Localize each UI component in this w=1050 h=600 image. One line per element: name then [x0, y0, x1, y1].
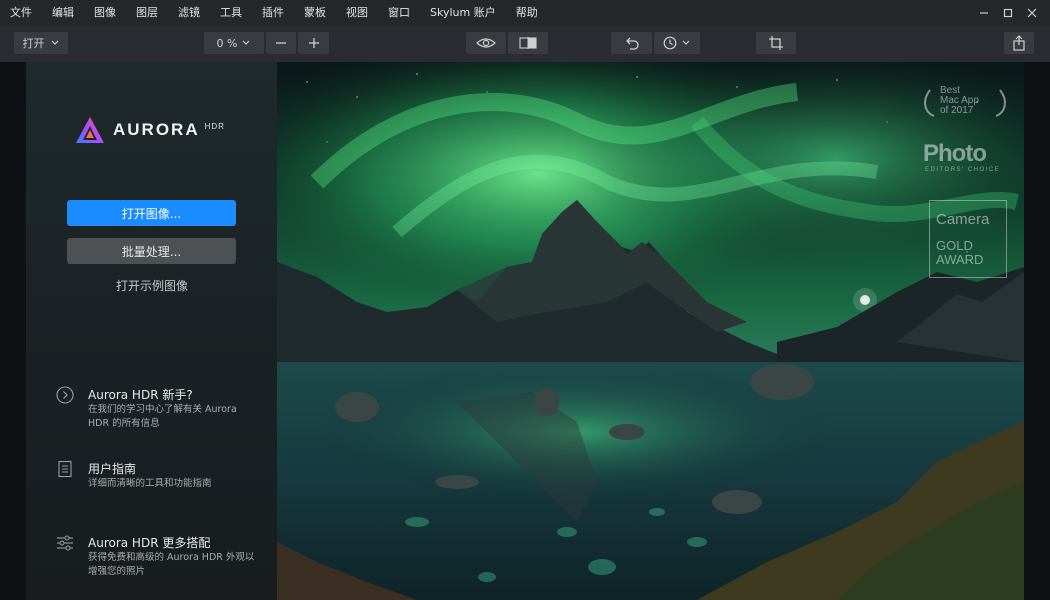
- menu-layer[interactable]: 图层: [126, 0, 168, 26]
- help-desc: 获得免费和高级的 Aurora HDR 外观以增强您的照片: [88, 552, 255, 577]
- zoom-value: 0 %: [216, 36, 238, 50]
- crop-icon: [769, 36, 783, 50]
- zoom-dropdown[interactable]: 0 %: [204, 32, 264, 54]
- window-controls: [972, 0, 1044, 26]
- aurora-landscape-image: [277, 62, 1024, 600]
- menu-window[interactable]: 窗口: [378, 0, 420, 26]
- menu-filter[interactable]: 滤镜: [168, 0, 210, 26]
- menu-help[interactable]: 帮助: [506, 0, 548, 26]
- menu-edit[interactable]: 编辑: [42, 0, 84, 26]
- award-gold: GOLD: [936, 238, 973, 253]
- help-title: 用户指南: [88, 462, 137, 476]
- best-mac-app-award: Best Mac App of 2017: [922, 84, 1008, 120]
- crop-button[interactable]: [756, 32, 796, 54]
- maximize-icon: [1003, 8, 1013, 18]
- help-item-user-guide[interactable]: 用户指南 详细而清晰的工具和功能指南: [56, 460, 271, 502]
- aurora-logo: AURORA HDR: [75, 116, 225, 144]
- sliders-icon: [57, 535, 73, 551]
- toolbar: 打开 0 %: [0, 26, 1050, 63]
- help-item-more-looks[interactable]: Aurora HDR 更多搭配 获得免费和高级的 Aurora HDR 外观以增…: [56, 534, 271, 577]
- minimize-icon: [980, 12, 988, 14]
- chevron-down-icon: [243, 40, 250, 45]
- award-camera-title: Camera: [936, 211, 990, 228]
- logo-hdr: HDR: [204, 121, 225, 131]
- award-photo-sub: EDITORS' CHOICE: [925, 167, 1001, 173]
- menu-image[interactable]: 图像: [84, 0, 126, 26]
- share-icon: [1013, 35, 1025, 51]
- batch-processing-button[interactable]: 批量处理...: [67, 238, 236, 264]
- open-label: 打开: [22, 37, 45, 50]
- minimize-button[interactable]: [972, 0, 996, 26]
- sample-photo: Best Mac App of 2017 Photo EDITORS' CHOI…: [277, 62, 1024, 600]
- minus-icon: [276, 42, 286, 44]
- menu-bar: 文件 编辑 图像 图层 滤镜 工具 插件 蒙板 视图 窗口 Skylum 账户 …: [0, 0, 1050, 26]
- zoom-out-button[interactable]: [266, 32, 296, 54]
- logo-text: AURORA: [113, 120, 200, 139]
- preview-toggle-button[interactable]: [466, 32, 506, 54]
- award-photo-title: Photo: [923, 140, 987, 167]
- open-dropdown-button[interactable]: 打开: [14, 32, 68, 54]
- plus-icon: [308, 38, 319, 48]
- aurora-triangle-icon: [76, 117, 104, 143]
- photo-editors-choice-award: Photo EDITORS' CHOICE: [923, 140, 1009, 176]
- chevron-circle-icon: [56, 386, 74, 404]
- chevron-down-icon: [682, 40, 690, 45]
- camera-gold-award: Camera GOLD AWARD: [929, 200, 1007, 278]
- award-award: AWARD: [936, 252, 984, 267]
- close-button[interactable]: [1020, 0, 1044, 26]
- help-desc: 详细而清晰的工具和功能指南: [88, 478, 212, 489]
- help-title: Aurora HDR 新手?: [88, 388, 193, 402]
- undo-icon: [625, 37, 639, 50]
- menu-tools[interactable]: 工具: [210, 0, 252, 26]
- history-dropdown-button[interactable]: [654, 32, 700, 54]
- help-desc: 在我们的学习中心了解有关 Aurora HDR 的所有信息: [88, 404, 237, 429]
- compare-button[interactable]: [508, 32, 548, 54]
- welcome-panel: AURORA HDR 打开图像... 批量处理... 打开示例图像 Aurora…: [26, 62, 278, 600]
- menu-file[interactable]: 文件: [0, 0, 42, 26]
- clock-icon: [663, 36, 677, 50]
- share-button[interactable]: [1004, 32, 1034, 54]
- workspace: AURORA HDR 打开图像... 批量处理... 打开示例图像 Aurora…: [0, 62, 1050, 600]
- eye-icon: [476, 38, 496, 48]
- undo-button[interactable]: [611, 32, 652, 54]
- maximize-button[interactable]: [996, 0, 1020, 26]
- menu-plugins[interactable]: 插件: [252, 0, 294, 26]
- open-sample-image-link[interactable]: 打开示例图像: [26, 277, 278, 294]
- help-title: Aurora HDR 更多搭配: [88, 536, 211, 550]
- menu-view[interactable]: 视图: [336, 0, 378, 26]
- chevron-down-icon: [51, 40, 58, 45]
- zoom-in-button[interactable]: [298, 32, 329, 54]
- menu-mask[interactable]: 蒙板: [294, 0, 336, 26]
- close-icon: [1027, 8, 1037, 18]
- open-image-button[interactable]: 打开图像...: [67, 200, 236, 226]
- help-item-new-user[interactable]: Aurora HDR 新手? 在我们的学习中心了解有关 Aurora HDR 的…: [56, 386, 271, 429]
- document-icon: [58, 460, 72, 478]
- split-view-icon: [519, 37, 537, 49]
- award-year: of 2017: [940, 105, 974, 116]
- menu-skylum-account[interactable]: Skylum 账户: [420, 0, 506, 26]
